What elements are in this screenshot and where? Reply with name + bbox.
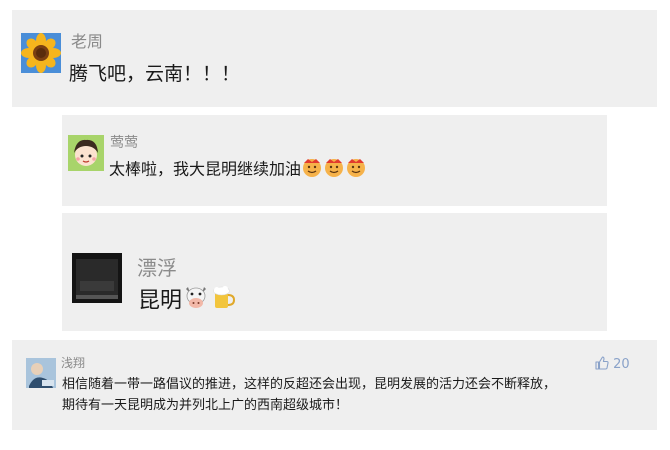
cartoon-girl-icon [68,135,104,171]
thumbs-up-icon [595,356,609,374]
smiling-face-emoji [301,157,323,183]
like-button[interactable]: 20 [595,356,630,374]
comment-text-content: 太棒啦，我大昆明继续加油 [109,159,302,179]
comment-card-3: 漂浮 昆明 [62,213,607,331]
avatar-photo[interactable] [26,358,56,388]
comment-card-1: 老周 腾飞吧，云南！！！ [12,10,657,107]
avatar-sunflower[interactable] [21,33,61,73]
cow-face-emoji [182,283,210,320]
comment-card-4: 浅翔 20 相信随着一带一路倡议的推进，这样的反超还会出现，昆明发展的活力还会不… [12,340,657,430]
smiling-face-emoji [345,157,367,183]
comment-text-line-2: 期待有一天昆明成为并列北上广的西南超级城市！ [62,398,349,413]
smiling-face-emoji [323,157,345,183]
commenter-name[interactable]: 莺莺 [110,132,138,152]
like-count: 20 [613,357,630,372]
dark-photo-icon [72,253,122,303]
commenter-name[interactable]: 老周 [71,28,103,52]
commenter-name[interactable]: 浅翔 [61,354,85,371]
comment-text: 太棒啦，我大昆明继续加油 [109,157,367,183]
comment-text: 昆明 [138,283,238,320]
avatar-cartoon-girl[interactable] [68,135,104,171]
beer-mug-emoji [210,283,238,320]
comment-text: 腾飞吧，云南！！！ [69,63,241,85]
commenter-name[interactable]: 漂浮 [137,252,177,281]
comment-text-content: 昆明 [138,288,183,314]
avatar-dark-photo[interactable] [72,253,122,303]
comment-card-2: 莺莺 太棒啦，我大昆明继续加油 [62,115,607,206]
photo-avatar-icon [26,358,56,388]
sunflower-icon [21,33,61,73]
comment-text-line-1: 相信随着一带一路倡议的推进，这样的反超还会出现，昆明发展的活力还会不断释放， [62,377,557,392]
